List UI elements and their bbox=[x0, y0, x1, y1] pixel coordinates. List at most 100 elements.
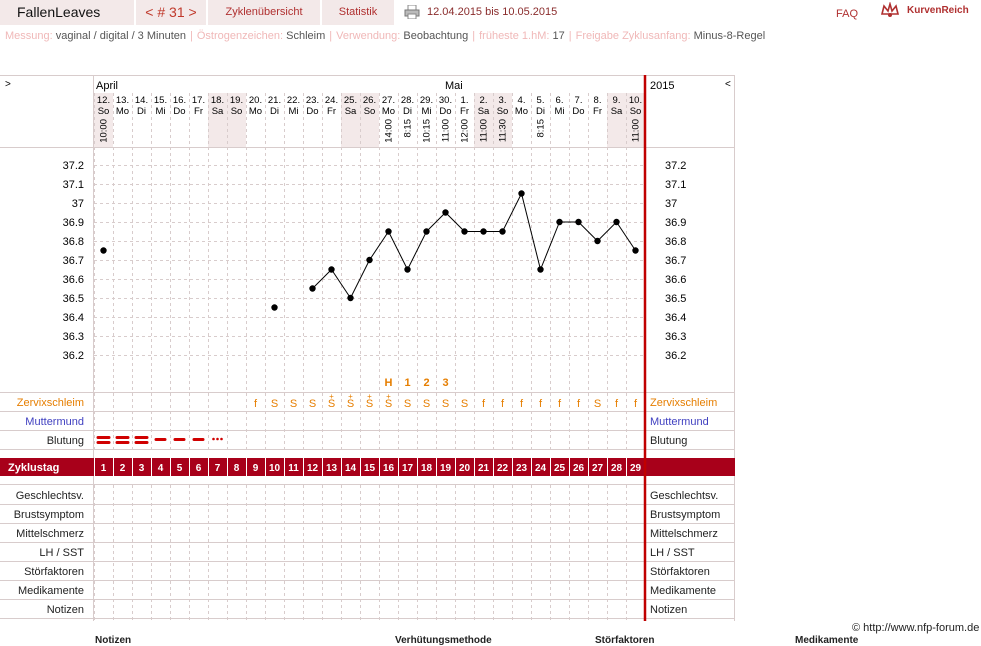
weekday: Sa bbox=[345, 106, 357, 117]
cycle-day-number: 19 bbox=[440, 463, 452, 474]
y-tick-right: 36.5 bbox=[665, 293, 686, 305]
temp-point[interactable] bbox=[499, 228, 506, 235]
cycle-day-number: 9 bbox=[253, 463, 259, 474]
month-label: Mai bbox=[445, 80, 463, 92]
next-cycle-arrow[interactable]: < bbox=[725, 79, 731, 90]
cycle-day-number: 20 bbox=[459, 463, 471, 474]
y-tick-right: 37.1 bbox=[665, 179, 686, 191]
cycle-day-number: 16 bbox=[383, 463, 395, 474]
print-icon[interactable] bbox=[404, 5, 420, 19]
prev-cycle-arrow[interactable]: > bbox=[5, 79, 11, 90]
measure-time: 8:15 bbox=[403, 119, 414, 138]
mucus-entry: f bbox=[577, 398, 581, 410]
crown-icon bbox=[880, 2, 900, 17]
temp-point[interactable] bbox=[537, 266, 544, 273]
cycle-day-number: 14 bbox=[345, 463, 357, 474]
cycle-navigation[interactable]: < # 31 > bbox=[136, 0, 206, 25]
measure-time: 11:00 bbox=[479, 119, 490, 142]
temp-point[interactable] bbox=[328, 266, 335, 273]
faq-link[interactable]: FAQ bbox=[836, 8, 858, 20]
cycle-day-number: 18 bbox=[421, 463, 433, 474]
notizen-label-right: Notizen bbox=[650, 604, 687, 616]
cycle-day-number: 12 bbox=[307, 463, 319, 474]
weekday: Sa bbox=[212, 106, 224, 117]
y-tick-left: 36.5 bbox=[63, 293, 84, 305]
day-number: 26. bbox=[363, 95, 376, 106]
blutung-label-left: Blutung bbox=[47, 435, 84, 447]
app-title: FallenLeaves bbox=[0, 0, 134, 25]
bleeding-heavy bbox=[96, 441, 111, 444]
day-number: 19. bbox=[230, 95, 243, 106]
bleeding-heavy bbox=[134, 436, 149, 439]
mucus-entry: f bbox=[482, 398, 486, 410]
mucus-plus-mark: + bbox=[329, 392, 334, 401]
y-tick-right: 36.2 bbox=[665, 350, 686, 362]
day-number: 29. bbox=[420, 95, 433, 106]
temp-point[interactable] bbox=[423, 228, 430, 235]
measure-time: 10:15 bbox=[422, 119, 433, 143]
temp-point[interactable] bbox=[480, 228, 487, 235]
bleeding-light bbox=[220, 437, 223, 441]
weekday: Mo bbox=[249, 106, 262, 117]
muttermund-label-right: Muttermund bbox=[650, 416, 709, 428]
temp-line-segment bbox=[521, 193, 541, 270]
mucus-entry: f bbox=[539, 398, 543, 410]
y-tick-right: 37.2 bbox=[665, 160, 686, 172]
year-label: 2015 bbox=[650, 80, 674, 92]
temp-point[interactable] bbox=[347, 294, 354, 302]
day-number: 18. bbox=[211, 95, 224, 106]
y-tick-right: 36.9 bbox=[665, 217, 686, 229]
y-tick-right: 36.7 bbox=[665, 255, 686, 267]
cycle-day-number: 21 bbox=[478, 463, 490, 474]
day-number: 14. bbox=[135, 95, 148, 106]
mucus-plus-mark: + bbox=[386, 392, 391, 401]
cycle-day-number: 23 bbox=[516, 463, 528, 474]
temp-point[interactable] bbox=[442, 209, 449, 216]
temp-point[interactable] bbox=[309, 285, 316, 292]
y-tick-left: 36.7 bbox=[63, 255, 84, 267]
temp-point[interactable] bbox=[632, 247, 639, 254]
y-tick-right: 36.4 bbox=[665, 312, 686, 324]
day-number: 23. bbox=[306, 95, 319, 106]
cycle-day-number: 11 bbox=[288, 463, 299, 474]
weekday: So bbox=[98, 106, 110, 117]
temp-point[interactable] bbox=[100, 247, 107, 254]
day-number: 13. bbox=[116, 95, 129, 106]
temp-point[interactable] bbox=[518, 190, 525, 197]
cycle-day-number: 28 bbox=[611, 463, 623, 474]
cycle-day-number: 25 bbox=[554, 463, 566, 474]
cycle-settings-line: Messung: vaginal / digital / 3 Minuten | Ö… bbox=[5, 30, 765, 42]
cycle-day-number: 10 bbox=[269, 463, 281, 474]
mucus-entry: f bbox=[615, 398, 619, 410]
day-number: 5. bbox=[537, 95, 545, 106]
y-tick-left: 36.4 bbox=[63, 312, 84, 324]
muttermund-label-left: Muttermund bbox=[25, 416, 84, 428]
y-tick-right: 37 bbox=[665, 198, 677, 210]
temp-point[interactable] bbox=[613, 218, 620, 226]
zervixschleim-label-right: Zervixschleim bbox=[650, 397, 717, 409]
mittelschmerz-label-right: Mittelschmerz bbox=[650, 528, 718, 540]
temp-point[interactable] bbox=[575, 218, 582, 226]
temp-point[interactable] bbox=[271, 304, 278, 311]
weekday: Fr bbox=[194, 106, 203, 117]
day-number: 25. bbox=[344, 95, 357, 106]
temp-point[interactable] bbox=[385, 228, 392, 235]
weekday: Mi bbox=[421, 106, 431, 117]
temp-point[interactable] bbox=[461, 228, 468, 235]
info-separator: | bbox=[568, 30, 572, 42]
cycle-day-number: 22 bbox=[497, 463, 509, 474]
mucus-entry: S bbox=[461, 398, 468, 410]
mucus-entry: f bbox=[520, 398, 524, 410]
cycle-day-number: 15 bbox=[364, 463, 376, 474]
temp-point[interactable] bbox=[556, 218, 563, 226]
temp-point[interactable] bbox=[594, 237, 601, 245]
weekday: Fr bbox=[593, 106, 602, 117]
y-tick-left: 36.8 bbox=[63, 236, 84, 248]
temp-point[interactable] bbox=[404, 266, 411, 273]
cycle-day-number: 27 bbox=[592, 463, 604, 474]
tab-cycle-overview[interactable]: Zyklenübersicht bbox=[208, 0, 320, 25]
mucus-plus-mark: + bbox=[367, 392, 372, 401]
info-label: Östrogenzeichen: bbox=[196, 30, 287, 42]
tab-statistics[interactable]: Statistik bbox=[322, 0, 394, 25]
temp-point[interactable] bbox=[366, 256, 373, 264]
